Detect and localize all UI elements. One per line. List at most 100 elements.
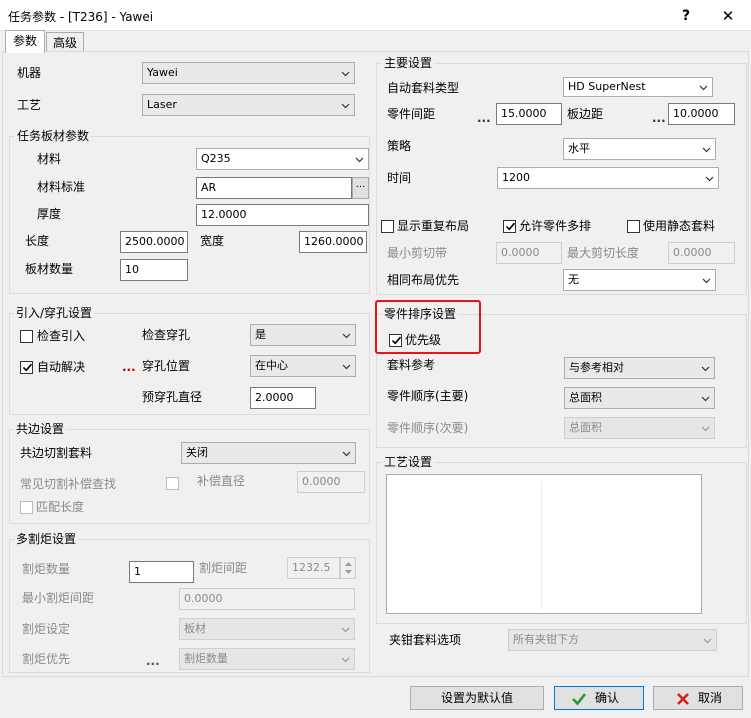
part-order-primary-select[interactable]: 总面积 <box>564 387 715 409</box>
chevron-down-icon <box>342 333 351 339</box>
check-icon <box>505 222 516 231</box>
nest-reference-select[interactable]: 与参考相对 <box>564 357 715 379</box>
show-repeat-layout-checkbox[interactable] <box>381 220 394 233</box>
cancel-button[interactable]: 取消 <box>653 686 743 710</box>
priority-checkbox[interactable] <box>389 334 402 347</box>
nest-type-select[interactable]: HD SuperNest <box>563 77 713 97</box>
clamp-option-select[interactable]: 所有夹钳下方 <box>508 629 717 651</box>
set-default-button[interactable]: 设置为默认值 <box>410 686 544 710</box>
same-layout-select[interactable]: 无 <box>563 269 716 291</box>
machine-select[interactable]: Yawei <box>142 62 355 84</box>
part-order-secondary-select[interactable]: 总面积 <box>564 417 715 439</box>
title-bar: 任务参数 - [T236] - Yawei ? ✕ <box>0 0 751 31</box>
chevron-down-icon <box>705 176 714 182</box>
check-pierce-label: 检查穿孔 <box>142 328 191 342</box>
pierce-position-select[interactable]: 在中心 <box>250 355 356 377</box>
chevron-down-icon <box>341 71 350 77</box>
compensation-diameter-field[interactable]: 0.0000 <box>297 471 365 493</box>
auto-resolve-checkbox[interactable] <box>20 361 33 374</box>
nest-reference-label: 套料参考 <box>387 358 436 372</box>
help-button[interactable]: ? <box>672 3 700 29</box>
pierce-position-label: 穿孔位置 <box>142 359 191 373</box>
max-cut-field[interactable]: 0.0000 <box>668 242 735 264</box>
min-torch-spacing-label: 最小割炬间距 <box>22 591 95 605</box>
chevron-down-icon <box>342 364 351 370</box>
material-standard-field[interactable]: AR <box>196 177 352 199</box>
x-icon <box>677 693 689 705</box>
sheet-group-title: 任务板材参数 <box>15 129 92 143</box>
torch-count-label: 割炬数量 <box>22 562 71 576</box>
process-preview-area <box>386 474 702 614</box>
length-field[interactable]: 2500.0000 <box>120 231 188 253</box>
match-length-label: 匹配长度 <box>36 500 85 514</box>
torch-count-field[interactable]: 1 <box>129 561 194 583</box>
width-label: 宽度 <box>200 234 225 248</box>
check-leadin-checkbox[interactable] <box>20 330 33 343</box>
edge-gap-options-button[interactable]: ... <box>652 112 666 124</box>
leadin-group-title: 引入/穿孔设置 <box>14 306 95 320</box>
edge-gap-field[interactable]: 10.0000 <box>668 103 735 125</box>
strategy-select[interactable]: 水平 <box>563 138 716 160</box>
common-cut-label: 共边切割套料 <box>20 446 93 460</box>
chevron-down-icon <box>699 85 708 91</box>
nest-type-label: 自动套料类型 <box>387 81 460 95</box>
material-standard-browse-button[interactable]: ... <box>352 177 369 199</box>
check-icon <box>572 693 587 706</box>
torch-spacing-spinner[interactable] <box>340 557 356 579</box>
process-select[interactable]: Laser <box>142 94 355 116</box>
thickness-label: 厚度 <box>37 207 62 221</box>
tab-advanced[interactable]: 高级 <box>46 32 84 53</box>
compensation-label: 常见切割补偿查找 <box>20 477 117 491</box>
sheet-count-field[interactable]: 10 <box>120 259 188 281</box>
cancel-button-label: 取消 <box>698 691 723 705</box>
static-nest-checkbox[interactable] <box>627 220 640 233</box>
preview-divider <box>541 481 542 609</box>
chevron-down-icon <box>341 103 350 109</box>
torch-setting-label: 割炬设定 <box>22 622 71 636</box>
tab-parameters[interactable]: 参数 <box>5 30 45 53</box>
edge-gap-label: 板边距 <box>567 107 604 121</box>
time-select[interactable]: 1200 <box>497 167 719 189</box>
torch-spacing-field[interactable]: 1232.5 <box>287 557 340 579</box>
part-gap-label: 零件间距 <box>387 107 436 121</box>
width-field[interactable]: 1260.0000 <box>299 231 367 253</box>
torch-priority-options-button[interactable]: ... <box>146 655 160 667</box>
material-select[interactable]: Q235 <box>196 148 369 170</box>
min-torch-spacing-field[interactable]: 0.0000 <box>179 588 355 610</box>
close-button[interactable]: ✕ <box>708 3 748 29</box>
static-nest-label: 使用静态套料 <box>643 219 716 233</box>
chevron-down-icon <box>701 366 710 372</box>
same-layout-label: 相同布局优先 <box>387 273 460 287</box>
match-length-checkbox[interactable] <box>20 501 33 514</box>
material-label: 材料 <box>37 152 62 166</box>
material-standard-label: 材料标准 <box>37 180 86 194</box>
ok-button-label: 确认 <box>595 691 620 705</box>
check-leadin-label: 检查引入 <box>37 329 86 343</box>
common-cut-select[interactable]: 关闭 <box>181 442 356 464</box>
clamp-option-label: 夹钳套料选项 <box>389 633 462 647</box>
check-pierce-select[interactable]: 是 <box>250 324 356 346</box>
check-icon <box>391 336 402 345</box>
part-gap-options-button[interactable]: ... <box>477 112 491 124</box>
sheet-count-label: 板材数量 <box>25 262 74 276</box>
compensation-checkbox[interactable] <box>166 477 179 490</box>
length-label: 长度 <box>25 234 50 248</box>
auto-resolve-label: 自动解决 <box>37 360 86 374</box>
ok-button[interactable]: 确认 <box>554 686 644 710</box>
auto-resolve-options-button[interactable]: ... <box>122 361 136 373</box>
torch-priority-select[interactable]: 割炬数量 <box>179 648 355 670</box>
allow-multi-row-checkbox[interactable] <box>503 220 516 233</box>
main-settings-group-title: 主要设置 <box>382 56 435 70</box>
torch-priority-label: 割炬优先 <box>22 652 71 666</box>
min-cut-label: 最小剪切带 <box>387 246 448 260</box>
show-repeat-layout-label: 显示重复布局 <box>397 219 470 233</box>
thickness-field[interactable]: 12.0000 <box>196 204 369 226</box>
chevron-down-icon <box>355 157 364 163</box>
prepierce-field[interactable]: 2.0000 <box>250 387 316 409</box>
part-gap-field[interactable]: 15.0000 <box>496 103 562 125</box>
max-cut-label: 最大剪切长度 <box>567 246 640 260</box>
priority-label: 优先级 <box>405 333 442 347</box>
chevron-down-icon <box>341 627 350 633</box>
torch-setting-select[interactable]: 板材 <box>179 618 355 640</box>
min-cut-field[interactable]: 0.0000 <box>496 242 562 264</box>
